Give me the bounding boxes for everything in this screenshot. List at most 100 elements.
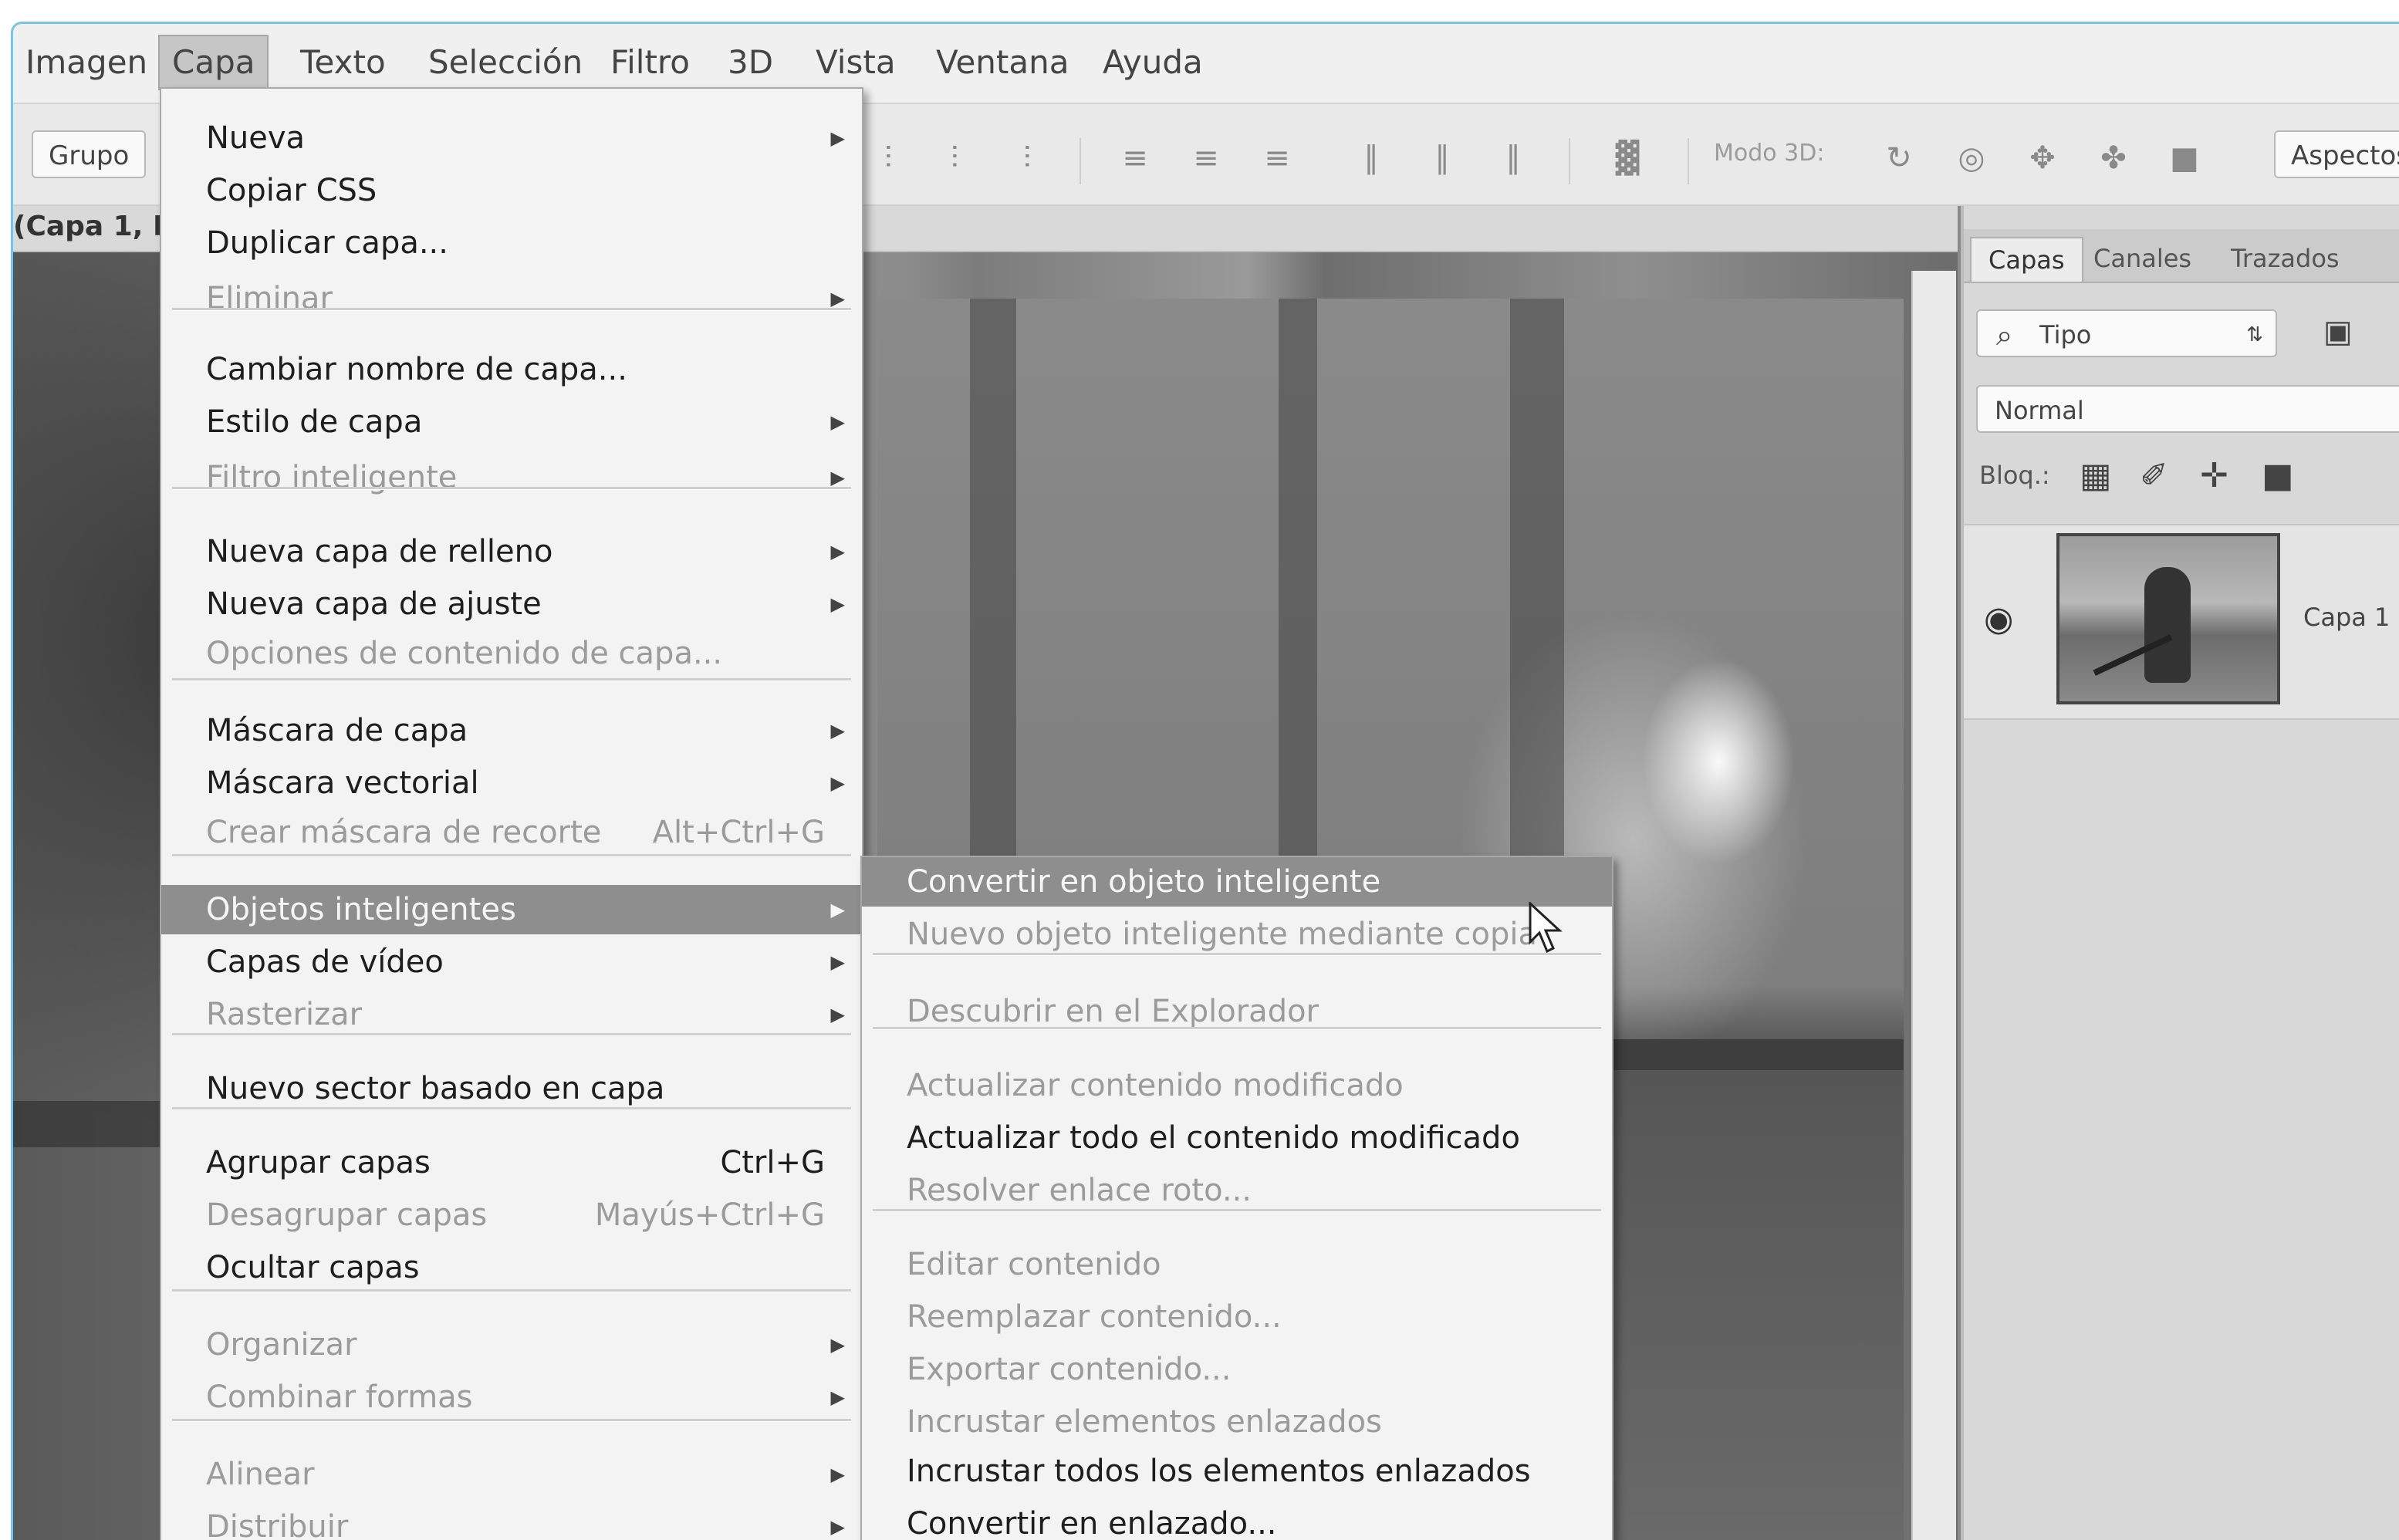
menu-ventana[interactable]: Ventana xyxy=(924,35,1082,90)
capa-menu-item[interactable]: Crear máscara de recorte Alt+Ctrl+G xyxy=(161,808,862,857)
capa-menu-item-label: Filtro inteligente xyxy=(206,460,458,495)
capa-menu-item-label: Crear máscara de recorte xyxy=(206,815,602,850)
menu-texto[interactable]: Texto xyxy=(288,35,398,90)
workspace-button[interactable]: Aspectos xyxy=(2274,130,2399,178)
dist-vcenter-icon[interactable]: ≡ xyxy=(1188,140,1225,177)
capa-menu-item[interactable]: Cambiar nombre de capa... xyxy=(161,345,862,394)
capa-menu-item[interactable]: Nuevo sector basado en capa xyxy=(161,1064,862,1113)
capa-menu-item[interactable]: Máscara de capa ▶ xyxy=(161,706,862,755)
lock-paint-icon[interactable]: ✐ xyxy=(2140,456,2168,495)
capa-menu-item[interactable]: Nueva capa de ajuste ▶ xyxy=(161,579,862,629)
lock-transparent-icon[interactable]: ▦ xyxy=(2080,456,2112,495)
submenu-arrow-icon: ▶ xyxy=(830,772,845,794)
submenu-arrow-icon: ▶ xyxy=(830,467,845,488)
dist-left-icon[interactable]: ∥ xyxy=(1353,140,1390,177)
auto-align-icon[interactable]: ▓ xyxy=(1609,140,1646,177)
submenu-arrow-icon: ▶ xyxy=(830,1464,845,1485)
layer-name[interactable]: Capa 1 xyxy=(2303,603,2390,632)
smart-objects-item[interactable]: Convertir en enlazado... xyxy=(862,1499,1612,1540)
capa-menu-item[interactable]: Ocultar capas xyxy=(161,1243,862,1292)
tab-trazados[interactable]: Trazados xyxy=(2214,237,2357,280)
slide-3d-icon[interactable]: ✤ xyxy=(2095,140,2132,177)
capa-menu-item[interactable]: Filtro inteligente ▶ xyxy=(161,453,862,502)
smart-objects-item[interactable]: Actualizar contenido modificado xyxy=(862,1061,1612,1110)
capa-menu-item[interactable]: Duplicar capa... xyxy=(161,218,862,268)
mouse-cursor-icon xyxy=(1529,902,1563,954)
capa-menu-item[interactable]: Alinear ▶ xyxy=(161,1450,862,1499)
smart-objects-item[interactable]: Exportar contenido... xyxy=(862,1345,1612,1394)
capa-menu-item[interactable]: Nueva capa de relleno ▶ xyxy=(161,527,862,576)
capa-menu-item[interactable]: Rasterizar ▶ xyxy=(161,990,862,1039)
menu-3d[interactable]: 3D xyxy=(715,35,786,90)
smart-objects-item[interactable]: Convertir en objeto inteligente xyxy=(862,857,1612,907)
smart-objects-item[interactable]: Nuevo objeto inteligente mediante copia xyxy=(862,910,1612,959)
layer-row[interactable]: ◉ Capa 1 xyxy=(1964,524,2399,720)
lock-all-icon[interactable]: ■ xyxy=(2262,456,2294,495)
menu-filtro[interactable]: Filtro xyxy=(598,35,702,90)
align-bottom-icon[interactable]: ⫶ xyxy=(936,140,973,177)
smart-objects-item[interactable]: Editar contenido xyxy=(862,1240,1612,1289)
rotate-3d-icon[interactable]: ↻ xyxy=(1880,140,1918,177)
image-filter-icon[interactable]: ▣ xyxy=(2323,314,2353,350)
mode-3d-label: Modo 3D: xyxy=(1714,140,1825,167)
blend-mode-select[interactable]: Normal xyxy=(1976,385,2399,433)
capa-menu-item[interactable]: Distribuir ▶ xyxy=(161,1502,862,1540)
capa-menu-item-label: Organizar xyxy=(206,1327,357,1363)
capa-menu-item[interactable]: Organizar ▶ xyxy=(161,1320,862,1369)
menu-ayuda[interactable]: Ayuda xyxy=(1090,35,1215,90)
dist-top-icon[interactable]: ≡ xyxy=(1117,140,1154,177)
smart-objects-item-label: Actualizar todo el contenido modificado xyxy=(907,1120,1520,1156)
lock-move-icon[interactable]: ✛ xyxy=(2200,456,2228,495)
capa-menu-item[interactable]: Opciones de contenido de capa... xyxy=(161,629,862,678)
app-window: Imagen Capa Texto Selección Filtro 3D Vi… xyxy=(11,22,2399,1540)
capa-menu-item[interactable]: Combinar formas ▶ xyxy=(161,1373,862,1422)
tab-canales[interactable]: Canales xyxy=(2076,237,2208,280)
capa-menu-item[interactable]: Estilo de capa ▶ xyxy=(161,397,862,447)
tab-capas[interactable]: Capas xyxy=(1970,237,2083,282)
menu-capa[interactable]: Capa xyxy=(158,35,269,90)
capa-menu-item[interactable]: Desagrupar capas Mayús+Ctrl+G xyxy=(161,1190,862,1240)
capa-menu-item-label: Rasterizar xyxy=(206,997,363,1032)
dist-hcenter-icon[interactable]: ∥ xyxy=(1424,140,1461,177)
capa-menu-item[interactable]: Copiar CSS xyxy=(161,166,862,215)
menu-seleccion[interactable]: Selección xyxy=(416,35,595,90)
capa-menu-item[interactable]: Eliminar ▶ xyxy=(161,274,862,323)
layer-thumbnail xyxy=(2056,533,2280,704)
submenu-arrow-icon: ▶ xyxy=(830,541,845,562)
submenu-arrow-icon: ▶ xyxy=(830,1004,845,1025)
capa-menu-item-label: Máscara de capa xyxy=(206,713,468,748)
submenu-arrow-icon: ▶ xyxy=(830,1334,845,1356)
scale-3d-icon[interactable]: ■ xyxy=(2166,140,2203,177)
dist-bottom-icon[interactable]: ≡ xyxy=(1259,140,1296,177)
thumbnail-figure xyxy=(2144,567,2191,683)
smart-objects-item[interactable]: Incrustar elementos enlazados xyxy=(862,1397,1612,1447)
drag-3d-icon[interactable]: ✥ xyxy=(2024,140,2061,177)
smart-objects-item[interactable]: Reemplazar contenido... xyxy=(862,1292,1612,1342)
canvas-scrollbar[interactable] xyxy=(1911,271,1956,1540)
smart-objects-item[interactable]: Actualizar todo el contenido modificado xyxy=(862,1113,1612,1163)
layers-panel: Capas Canales Trazados ⌕ Tipo ⇅ ▣ Normal… xyxy=(1961,206,2399,1540)
capa-menu-item-label: Capas de vídeo xyxy=(206,944,444,980)
capa-menu-item[interactable]: Objetos inteligentes ▶ xyxy=(161,885,862,934)
capa-menu-item[interactable]: Máscara vectorial ▶ xyxy=(161,758,862,808)
capa-menu-item-label: Eliminar xyxy=(206,281,333,316)
capa-menu-item[interactable]: Nueva ▶ xyxy=(161,113,862,163)
menu-vista[interactable]: Vista xyxy=(803,35,908,90)
smart-objects-item[interactable]: Incrustar todos los elementos enlazados xyxy=(862,1447,1612,1496)
layer-filter-select[interactable]: ⌕ Tipo ⇅ xyxy=(1976,309,2277,357)
dist-right-icon[interactable]: ∥ xyxy=(1495,140,1532,177)
menu-separator xyxy=(172,1033,851,1036)
capa-menu-item-shortcut: Alt+Ctrl+G xyxy=(652,815,825,850)
capa-menu-item-label: Duplicar capa... xyxy=(206,225,448,261)
eye-icon[interactable]: ◉ xyxy=(1984,599,2013,639)
smart-objects-item-label: Convertir en enlazado... xyxy=(907,1506,1277,1540)
align-vcenter-icon[interactable]: ⫶ xyxy=(870,140,907,177)
menu-imagen[interactable]: Imagen xyxy=(13,35,160,90)
align-bottom2-icon[interactable]: ⫶ xyxy=(1009,140,1046,177)
capa-menu-item[interactable]: Agrupar capas Ctrl+G xyxy=(161,1138,862,1187)
group-select[interactable]: Grupo xyxy=(32,130,147,178)
capa-menu-item[interactable]: Capas de vídeo ▶ xyxy=(161,937,862,987)
roll-3d-icon[interactable]: ◎ xyxy=(1953,140,1990,177)
smart-objects-item-label: Convertir en objeto inteligente xyxy=(907,864,1381,900)
smart-objects-item[interactable]: Resolver enlace roto... xyxy=(862,1166,1612,1215)
